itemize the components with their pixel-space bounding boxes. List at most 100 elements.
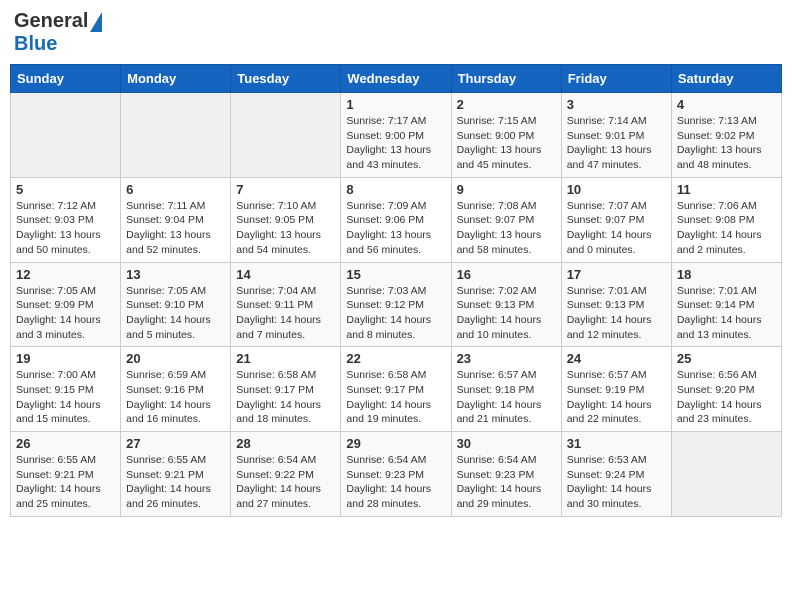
day-number: 7 <box>236 182 335 197</box>
day-info: Sunrise: 6:54 AMSunset: 9:22 PMDaylight:… <box>236 453 335 512</box>
weekday-header-row: SundayMondayTuesdayWednesdayThursdayFrid… <box>11 65 782 93</box>
calendar-cell: 23 Sunrise: 6:57 AMSunset: 9:18 PMDayligh… <box>451 347 561 432</box>
day-number: 13 <box>126 267 225 282</box>
day-info: Sunrise: 6:53 AMSunset: 9:24 PMDaylight:… <box>567 453 666 512</box>
day-number: 6 <box>126 182 225 197</box>
weekday-header-wednesday: Wednesday <box>341 65 451 93</box>
calendar-cell: 8 Sunrise: 7:09 AMSunset: 9:06 PMDaylight… <box>341 177 451 262</box>
calendar-cell: 27Sunrise: 6:55 AMSunset: 9:21 PMDayligh… <box>121 432 231 517</box>
calendar-cell: 13 Sunrise: 7:05 AMSunset: 9:10 PMDayligh… <box>121 262 231 347</box>
calendar-cell: 25 Sunrise: 6:56 AMSunset: 9:20 PMDayligh… <box>671 347 781 432</box>
day-info: Sunrise: 7:03 AMSunset: 9:12 PMDaylight:… <box>346 284 445 343</box>
weekday-header-thursday: Thursday <box>451 65 561 93</box>
calendar-cell: 26 Sunrise: 6:55 AMSunset: 9:21 PMDayligh… <box>11 432 121 517</box>
logo: General Blue <box>14 10 102 56</box>
day-info: Sunrise: 7:01 AMSunset: 9:14 PMDaylight:… <box>677 284 776 343</box>
calendar-cell: 29Sunrise: 6:54 AMSunset: 9:23 PMDayligh… <box>341 432 451 517</box>
day-number: 3 <box>567 97 666 112</box>
day-number: 2 <box>457 97 556 112</box>
day-number: 26 <box>16 436 115 451</box>
calendar-cell <box>11 93 121 178</box>
calendar-cell: 2 Sunrise: 7:15 AMSunset: 9:00 PMDaylight… <box>451 93 561 178</box>
day-number: 27 <box>126 436 225 451</box>
day-info: Sunrise: 7:09 AMSunset: 9:06 PMDaylight:… <box>346 199 445 258</box>
calendar-cell: 7 Sunrise: 7:10 AMSunset: 9:05 PMDaylight… <box>231 177 341 262</box>
weekday-header-friday: Friday <box>561 65 671 93</box>
logo-general-text: General <box>14 10 88 33</box>
day-number: 25 <box>677 351 776 366</box>
day-info: Sunrise: 7:08 AMSunset: 9:07 PMDaylight:… <box>457 199 556 258</box>
day-number: 16 <box>457 267 556 282</box>
day-info: Sunrise: 7:15 AMSunset: 9:00 PMDaylight:… <box>457 114 556 173</box>
calendar-cell: 30Sunrise: 6:54 AMSunset: 9:23 PMDayligh… <box>451 432 561 517</box>
week-row-3: 12 Sunrise: 7:05 AMSunset: 9:09 PMDayligh… <box>11 262 782 347</box>
calendar-cell: 14 Sunrise: 7:04 AMSunset: 9:11 PMDayligh… <box>231 262 341 347</box>
day-number: 21 <box>236 351 335 366</box>
day-number: 12 <box>16 267 115 282</box>
calendar-cell: 21 Sunrise: 6:58 AMSunset: 9:17 PMDayligh… <box>231 347 341 432</box>
calendar-cell <box>121 93 231 178</box>
day-number: 28 <box>236 436 335 451</box>
day-number: 5 <box>16 182 115 197</box>
day-number: 14 <box>236 267 335 282</box>
calendar-cell: 11 Sunrise: 7:06 AMSunset: 9:08 PMDayligh… <box>671 177 781 262</box>
day-info: Sunrise: 7:12 AMSunset: 9:03 PMDaylight:… <box>16 199 115 258</box>
day-info: Sunrise: 7:01 AMSunset: 9:13 PMDaylight:… <box>567 284 666 343</box>
day-info: Sunrise: 6:56 AMSunset: 9:20 PMDaylight:… <box>677 368 776 427</box>
day-number: 9 <box>457 182 556 197</box>
day-info: Sunrise: 7:04 AMSunset: 9:11 PMDaylight:… <box>236 284 335 343</box>
weekday-header-tuesday: Tuesday <box>231 65 341 93</box>
day-number: 18 <box>677 267 776 282</box>
calendar-cell: 28 Sunrise: 6:54 AMSunset: 9:22 PMDayligh… <box>231 432 341 517</box>
calendar-cell: 10 Sunrise: 7:07 AMSunset: 9:07 PMDayligh… <box>561 177 671 262</box>
calendar-cell: 12 Sunrise: 7:05 AMSunset: 9:09 PMDayligh… <box>11 262 121 347</box>
day-number: 4 <box>677 97 776 112</box>
week-row-1: 1Sunrise: 7:17 AMSunset: 9:00 PMDaylight… <box>11 93 782 178</box>
day-info: Sunrise: 7:11 AMSunset: 9:04 PMDaylight:… <box>126 199 225 258</box>
calendar-cell: 4 Sunrise: 7:13 AMSunset: 9:02 PMDaylight… <box>671 93 781 178</box>
week-row-4: 19Sunrise: 7:00 AMSunset: 9:15 PMDayligh… <box>11 347 782 432</box>
calendar-cell: 16 Sunrise: 7:02 AMSunset: 9:13 PMDayligh… <box>451 262 561 347</box>
day-number: 23 <box>457 351 556 366</box>
week-row-5: 26 Sunrise: 6:55 AMSunset: 9:21 PMDayligh… <box>11 432 782 517</box>
calendar-cell: 18 Sunrise: 7:01 AMSunset: 9:14 PMDayligh… <box>671 262 781 347</box>
day-number: 8 <box>346 182 445 197</box>
weekday-header-sunday: Sunday <box>11 65 121 93</box>
calendar-cell: 1Sunrise: 7:17 AMSunset: 9:00 PMDaylight… <box>341 93 451 178</box>
day-info: Sunrise: 7:17 AMSunset: 9:00 PMDaylight:… <box>346 114 445 173</box>
calendar-cell: 31 Sunrise: 6:53 AMSunset: 9:24 PMDayligh… <box>561 432 671 517</box>
calendar-cell: 19Sunrise: 7:00 AMSunset: 9:15 PMDayligh… <box>11 347 121 432</box>
day-number: 22 <box>346 351 445 366</box>
day-info: Sunrise: 6:57 AMSunset: 9:19 PMDaylight:… <box>567 368 666 427</box>
day-info: Sunrise: 6:55 AMSunset: 9:21 PMDaylight:… <box>16 453 115 512</box>
calendar-cell <box>671 432 781 517</box>
day-number: 17 <box>567 267 666 282</box>
day-number: 31 <box>567 436 666 451</box>
calendar-table: SundayMondayTuesdayWednesdayThursdayFrid… <box>10 64 782 517</box>
weekday-header-saturday: Saturday <box>671 65 781 93</box>
day-info: Sunrise: 7:06 AMSunset: 9:08 PMDaylight:… <box>677 199 776 258</box>
day-info: Sunrise: 7:13 AMSunset: 9:02 PMDaylight:… <box>677 114 776 173</box>
day-number: 24 <box>567 351 666 366</box>
calendar-cell: 24 Sunrise: 6:57 AMSunset: 9:19 PMDayligh… <box>561 347 671 432</box>
day-number: 10 <box>567 182 666 197</box>
calendar-cell: 9 Sunrise: 7:08 AMSunset: 9:07 PMDaylight… <box>451 177 561 262</box>
day-info: Sunrise: 7:02 AMSunset: 9:13 PMDaylight:… <box>457 284 556 343</box>
day-info: Sunrise: 6:57 AMSunset: 9:18 PMDaylight:… <box>457 368 556 427</box>
day-info: Sunrise: 7:10 AMSunset: 9:05 PMDaylight:… <box>236 199 335 258</box>
day-info: Sunrise: 6:58 AMSunset: 9:17 PMDaylight:… <box>236 368 335 427</box>
day-info: Sunrise: 7:07 AMSunset: 9:07 PMDaylight:… <box>567 199 666 258</box>
day-number: 11 <box>677 182 776 197</box>
day-info: Sunrise: 7:05 AMSunset: 9:10 PMDaylight:… <box>126 284 225 343</box>
page-header: General Blue <box>10 10 782 56</box>
day-number: 29 <box>346 436 445 451</box>
day-info: Sunrise: 7:00 AMSunset: 9:15 PMDaylight:… <box>16 368 115 427</box>
day-info: Sunrise: 6:54 AMSunset: 9:23 PMDaylight:… <box>457 453 556 512</box>
logo-blue-text: Blue <box>14 33 57 56</box>
calendar-cell <box>231 93 341 178</box>
calendar-cell: 20Sunrise: 6:59 AMSunset: 9:16 PMDayligh… <box>121 347 231 432</box>
day-info: Sunrise: 6:59 AMSunset: 9:16 PMDaylight:… <box>126 368 225 427</box>
day-info: Sunrise: 7:05 AMSunset: 9:09 PMDaylight:… <box>16 284 115 343</box>
calendar-cell: 15 Sunrise: 7:03 AMSunset: 9:12 PMDayligh… <box>341 262 451 347</box>
day-number: 15 <box>346 267 445 282</box>
